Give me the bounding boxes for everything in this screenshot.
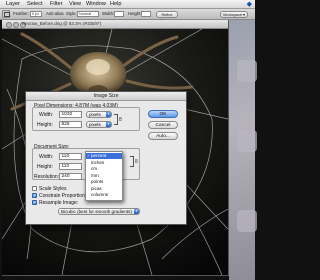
- doc-height-field[interactable]: 110: [59, 163, 82, 170]
- width-label: Width:: [102, 11, 115, 16]
- pixel-width-unit-select[interactable]: pixels ▾: [86, 111, 112, 118]
- unit-option-percent[interactable]: percent: [86, 153, 122, 159]
- unit-option-columns[interactable]: columns: [86, 192, 122, 198]
- cancel-button[interactable]: Cancel: [148, 121, 178, 129]
- photoshop-icon[interactable]: ◆: [247, 0, 252, 8]
- chain-link-icon: 8: [119, 117, 122, 123]
- height-field[interactable]: [141, 11, 151, 17]
- resolution-label: Resolution:: [34, 174, 60, 180]
- scale-styles-checkbox[interactable]: [32, 186, 37, 191]
- feather-label: Feather:: [13, 11, 30, 16]
- menu-select[interactable]: Select: [27, 1, 43, 7]
- style-label: Style:: [66, 11, 77, 16]
- menu-filter[interactable]: Filter: [50, 1, 62, 7]
- ok-button[interactable]: OK: [148, 110, 178, 118]
- auto-button[interactable]: Auto...: [148, 132, 178, 140]
- resample-image-checkbox[interactable]: [32, 200, 37, 206]
- pixel-height-field[interactable]: 825: [59, 121, 82, 128]
- constrain-proportions-label[interactable]: Constrain Proportions: [39, 193, 87, 199]
- document-title: Recraw_Before.dng @ 83.3% (RGB/8*): [22, 21, 102, 26]
- select-arrows-icon: ▾: [106, 122, 111, 127]
- pixel-width-label: Width:: [39, 112, 54, 118]
- menu-bar: Layer Select Filter View Window Help ◆: [0, 0, 255, 9]
- document-title-bar[interactable]: Recraw_Before.dng @ 83.3% (RGB/8*): [2, 20, 228, 29]
- select-arrows-icon: ▾: [134, 209, 139, 214]
- height-label: Height:: [128, 11, 142, 16]
- scale-styles-label[interactable]: Scale Styles: [39, 186, 67, 192]
- options-bar: Feather: 0 px Anti-alias Style: Normal W…: [0, 9, 255, 23]
- desktop-background: [229, 20, 257, 280]
- menu-view[interactable]: View: [69, 1, 81, 7]
- menu-layer[interactable]: Layer: [6, 1, 20, 7]
- doc-height-label: Height:: [37, 164, 53, 170]
- resample-method-select[interactable]: Bicubic (best for smooth gradients) ▾: [58, 208, 140, 215]
- feather-field[interactable]: 0 px: [30, 11, 42, 17]
- doc-width-label: Width:: [39, 154, 54, 160]
- dock-item[interactable]: [237, 60, 257, 82]
- unit-option-inches[interactable]: inches: [86, 160, 122, 166]
- pixel-width-field[interactable]: 1032: [59, 111, 82, 118]
- unit-option-picas[interactable]: picas: [86, 186, 122, 192]
- width-field[interactable]: [114, 11, 124, 17]
- dock-item[interactable]: [237, 210, 257, 232]
- refine-edge-button[interactable]: Refine Edge...: [156, 10, 178, 23]
- doc-width-field[interactable]: 110: [59, 153, 82, 160]
- antialias-label[interactable]: Anti-alias: [46, 11, 64, 16]
- menu-help[interactable]: Help: [110, 1, 122, 7]
- constrain-proportions-checkbox[interactable]: [32, 193, 37, 199]
- chain-link-icon: 8: [135, 159, 138, 165]
- dialog-title: Image Size: [26, 92, 186, 101]
- marquee-icon[interactable]: [2, 10, 10, 18]
- style-select[interactable]: Normal: [77, 11, 99, 17]
- resample-image-label[interactable]: Resample Image:: [39, 200, 78, 206]
- doc-link-bracket: [130, 156, 134, 167]
- resolution-field[interactable]: 240: [59, 173, 82, 180]
- unit-option-mm[interactable]: mm: [86, 173, 122, 179]
- unit-option-points[interactable]: points: [86, 179, 122, 185]
- menu-window[interactable]: Window: [86, 1, 106, 7]
- pixel-height-unit-select[interactable]: pixels ▾: [86, 121, 112, 128]
- pixel-height-label: Height:: [37, 122, 53, 128]
- dock-item[interactable]: [237, 130, 257, 152]
- workspace-button[interactable]: Workspace ▾: [220, 10, 248, 18]
- unit-dropdown-menu: percent inches cm mm points picas column…: [85, 151, 123, 201]
- pixel-link-bracket: [114, 114, 118, 125]
- unit-option-cm[interactable]: cm: [86, 166, 122, 172]
- select-arrows-icon: ▾: [106, 112, 111, 117]
